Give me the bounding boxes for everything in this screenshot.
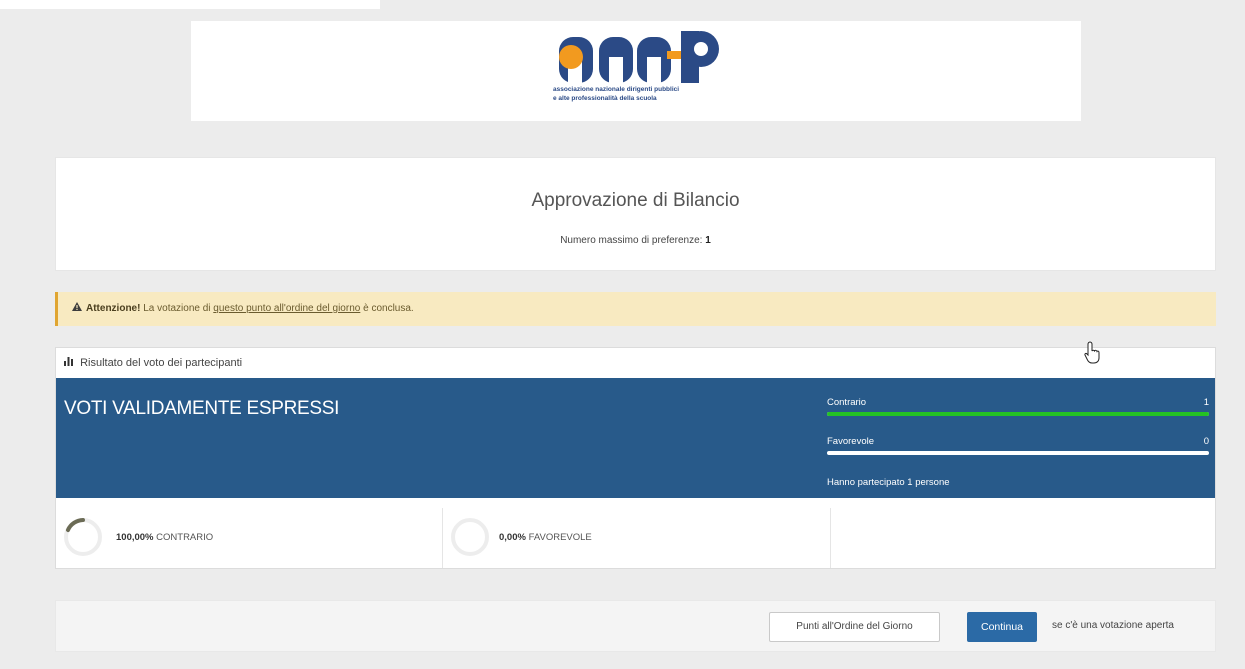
results-header-label: Risultato del voto dei partecipanti <box>80 357 243 369</box>
closed-vote-alert: Attenzione! La votazione di questo punto… <box>55 292 1216 326</box>
top-bar-strip <box>0 0 380 9</box>
progress-ring-icon <box>64 518 102 556</box>
stat-text: 100,00% CONTRARIO <box>116 508 213 568</box>
results-panel: Risultato del voto dei partecipanti VOTI… <box>55 347 1216 569</box>
logo-caption-line1: associazione nazionale dirigenti pubblic… <box>553 86 680 93</box>
hand-cursor-icon <box>1084 341 1100 364</box>
participants-count: Hanno partecipato 1 persone <box>827 477 950 488</box>
option-count: 1 <box>1203 397 1209 408</box>
stat-text: 0,00% FAVOREVOLE <box>499 508 592 568</box>
option-count: 0 <box>1203 436 1209 447</box>
results-header: Risultato del voto dei partecipanti <box>56 348 1215 378</box>
valid-votes-title: VOTI VALIDAMENTE ESPRESSI <box>64 398 340 419</box>
stat-percent: 100,00% <box>116 532 154 543</box>
anp-logo <box>559 31 719 83</box>
logo-caption-line2: e alte professionalità della scuola <box>553 95 657 102</box>
option-label: Favorevole <box>827 436 874 447</box>
progress-ring-icon <box>451 518 489 556</box>
action-footer: Punti all'Ordine del Giorno Continua se … <box>55 600 1216 652</box>
alert-strong: Attenzione! <box>86 303 141 314</box>
agenda-item-link[interactable]: questo punto all'ordine del giorno <box>213 303 360 314</box>
stat-percent: 0,00% <box>499 532 526 543</box>
stat-empty <box>830 508 1216 568</box>
stat-favorevole: 0,00% FAVOREVOLE <box>443 508 829 568</box>
header-logo-area: associazione nazionale dirigenti pubblic… <box>191 21 1081 121</box>
option-progress-bar <box>827 451 1209 455</box>
warning-icon <box>72 292 82 326</box>
max-preferences: Numero massimo di preferenze: 1 <box>56 235 1215 246</box>
stat-contrario: 100,00% CONTRARIO <box>56 508 443 568</box>
alert-text-post: è conclusa. <box>363 303 414 314</box>
stat-label: FAVOREVOLE <box>528 532 592 543</box>
results-stats: 100,00% CONTRARIO 0,00% FAVOREVOLE <box>56 508 1215 568</box>
logo-caption: associazione nazionale dirigenti pubblic… <box>553 85 679 103</box>
ballot-title-panel: Approvazione di Bilancio Numero massimo … <box>55 157 1216 271</box>
max-preferences-label: Numero massimo di preferenze: <box>560 235 703 246</box>
stat-label: CONTRARIO <box>156 532 214 543</box>
alert-text-pre: La votazione di <box>143 303 211 314</box>
results-summary: VOTI VALIDAMENTE ESPRESSI Contrario 1 Fa… <box>56 378 1215 498</box>
bar-chart-icon <box>64 348 73 378</box>
max-preferences-value: 1 <box>705 235 711 246</box>
option-label: Contrario <box>827 397 867 408</box>
agenda-points-button[interactable]: Punti all'Ordine del Giorno <box>769 612 940 642</box>
continue-button[interactable]: Continua <box>967 612 1037 642</box>
option-progress-bar <box>827 412 1209 416</box>
continue-note: se c'è una votazione aperta <box>1052 620 1174 631</box>
ballot-title: Approvazione di Bilancio <box>531 190 740 211</box>
option-progress-fill <box>827 412 1209 416</box>
